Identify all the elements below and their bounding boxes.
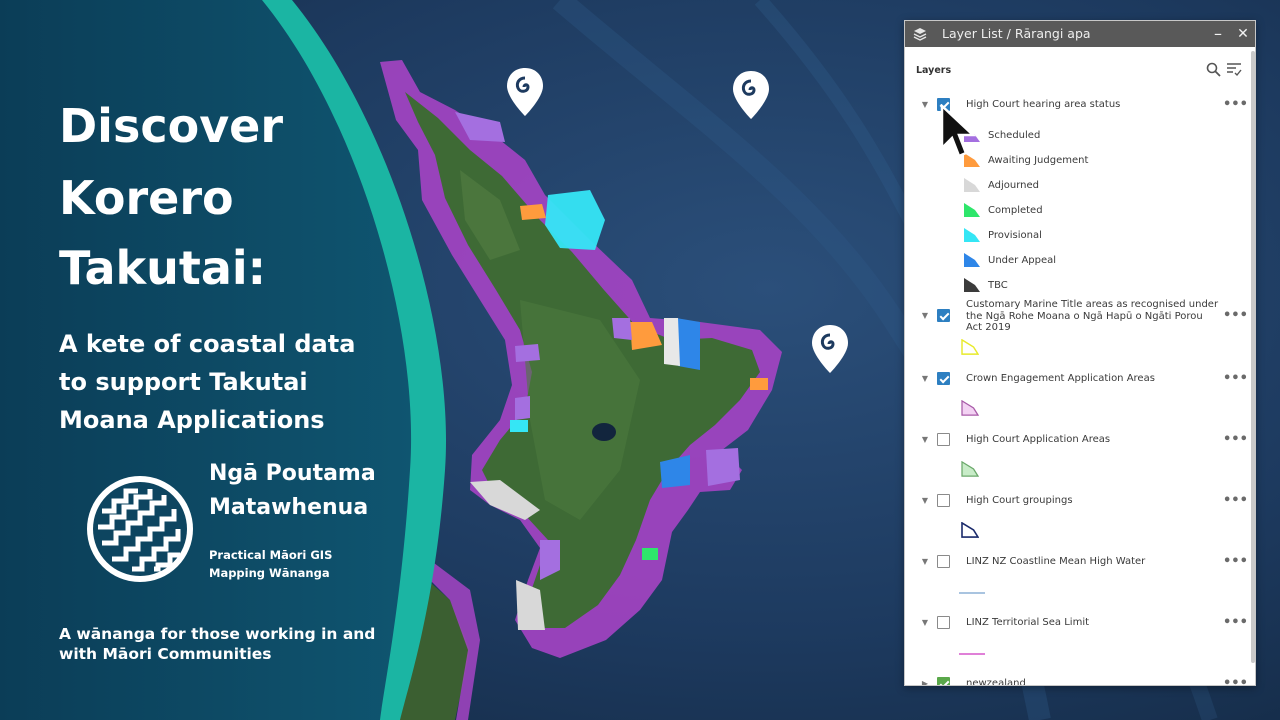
layer-title-customary-marine-title: Customary Marine Title areas as recognis… [966, 299, 1236, 334]
mouse-pointer-icon [940, 104, 976, 158]
awaiting-judgement-area [750, 378, 768, 390]
location-pin-icon[interactable] [730, 69, 772, 121]
legend-swatch-provisional [964, 228, 980, 242]
layer-title-newzealand: newzealand [966, 678, 1026, 686]
layer-options-icon[interactable]: ••• [1223, 677, 1248, 685]
awaiting-judgement-area [520, 204, 546, 220]
layer-checkbox-newzealand[interactable] [937, 677, 950, 685]
legend-swatch-completed [964, 203, 980, 217]
layer-title-high-court-groupings: High Court groupings [966, 495, 1073, 506]
layer-list-scrollbar[interactable] [1251, 51, 1255, 663]
legend-label-awaiting-judgement: Awaiting Judgement [988, 155, 1089, 166]
layer-checkbox-linz-territorial-sea[interactable] [937, 616, 950, 629]
layer-title-linz-coastline: LINZ NZ Coastline Mean High Water [966, 556, 1146, 567]
legend-swatch-crown-engagement [961, 400, 979, 416]
layer-title-line: the Ngā Rohe Moana o Ngā Hapū o Ngāti Po… [966, 310, 1203, 322]
completed-area [642, 548, 658, 560]
legend-swatch-tbc [964, 278, 980, 292]
layer-options-icon[interactable]: ••• [1223, 616, 1248, 631]
minimize-button[interactable]: – [1208, 23, 1228, 45]
layer-options-icon[interactable]: ••• [1223, 372, 1248, 387]
layer-list-title: Layer List / Rārangi apa [942, 26, 1091, 41]
legend-line-linz-territorial-sea [959, 653, 985, 655]
provisional-area [510, 420, 528, 432]
expand-caret-icon[interactable]: ▼ [919, 373, 931, 385]
layer-checkbox-linz-coastline[interactable] [937, 555, 950, 568]
legend-label-adjourned: Adjourned [988, 180, 1040, 191]
layer-title-crown-engagement: Crown Engagement Application Areas [966, 373, 1155, 384]
layer-checkbox-customary-marine-title[interactable] [937, 309, 950, 322]
legend-swatch-adjourned [964, 178, 980, 192]
expand-caret-icon[interactable]: ▼ [919, 495, 931, 507]
layer-checkbox-crown-engagement[interactable] [937, 372, 950, 385]
scheduled-area [706, 448, 740, 486]
poutama-logo-icon [87, 476, 193, 582]
layer-options-icon[interactable]: ••• [1223, 494, 1248, 509]
legend-swatch-under-appeal [964, 253, 980, 267]
layers-stack-icon [913, 28, 927, 41]
legend-label-provisional: Provisional [988, 230, 1042, 241]
legend-swatch-high-court-groupings [961, 522, 979, 538]
layer-options-icon[interactable]: ••• [1223, 309, 1248, 324]
collapse-caret-icon[interactable]: ▶ [919, 678, 931, 685]
expand-caret-icon[interactable]: ▼ [919, 99, 931, 111]
layer-title-hearing-status: High Court hearing area status [966, 99, 1121, 110]
layer-title-line: Customary Marine Title areas as recognis… [966, 299, 1219, 310]
lake [592, 423, 616, 441]
layer-checkbox-high-court-groupings[interactable] [937, 494, 950, 507]
layer-title-high-court-application: High Court Application Areas [966, 434, 1111, 445]
legend-line-linz-coastline [959, 592, 985, 594]
expand-caret-icon[interactable]: ▼ [919, 556, 931, 568]
legend-swatch-high-court-application [961, 461, 979, 477]
legend-label-under-appeal: Under Appeal [988, 255, 1057, 266]
scheduled-area [515, 396, 530, 420]
legend-label-scheduled: Scheduled [988, 130, 1041, 141]
layer-options-icon[interactable]: ••• [1223, 555, 1248, 570]
layer-title-line: Act 2019 [966, 322, 1011, 333]
location-pin-icon[interactable] [504, 66, 546, 118]
close-button[interactable]: ✕ [1233, 23, 1253, 45]
legend-swatch-customary-marine-title [961, 339, 979, 355]
scheduled-area [612, 318, 632, 340]
layer-title-linz-territorial-sea: LINZ Territorial Sea Limit [966, 617, 1090, 628]
layers-heading: Layers [916, 65, 952, 76]
scheduled-area [515, 344, 540, 362]
search-icon[interactable] [1206, 62, 1221, 77]
expand-caret-icon[interactable]: ▼ [919, 617, 931, 629]
layer-checkbox-high-court-application[interactable] [937, 433, 950, 446]
layer-options-icon[interactable]: ••• [1223, 433, 1248, 448]
legend-label-tbc: TBC [988, 280, 1008, 291]
layer-options-icon[interactable]: ••• [1223, 98, 1248, 113]
filter-list-icon[interactable] [1226, 62, 1242, 77]
legend-label-completed: Completed [988, 205, 1043, 216]
layer-list-header[interactable]: Layer List / Rārangi apa – ✕ [905, 21, 1255, 47]
adjourned-area [664, 318, 680, 366]
location-pin-icon[interactable] [809, 323, 851, 375]
expand-caret-icon[interactable]: ▼ [919, 434, 931, 446]
expand-caret-icon[interactable]: ▼ [919, 310, 931, 322]
